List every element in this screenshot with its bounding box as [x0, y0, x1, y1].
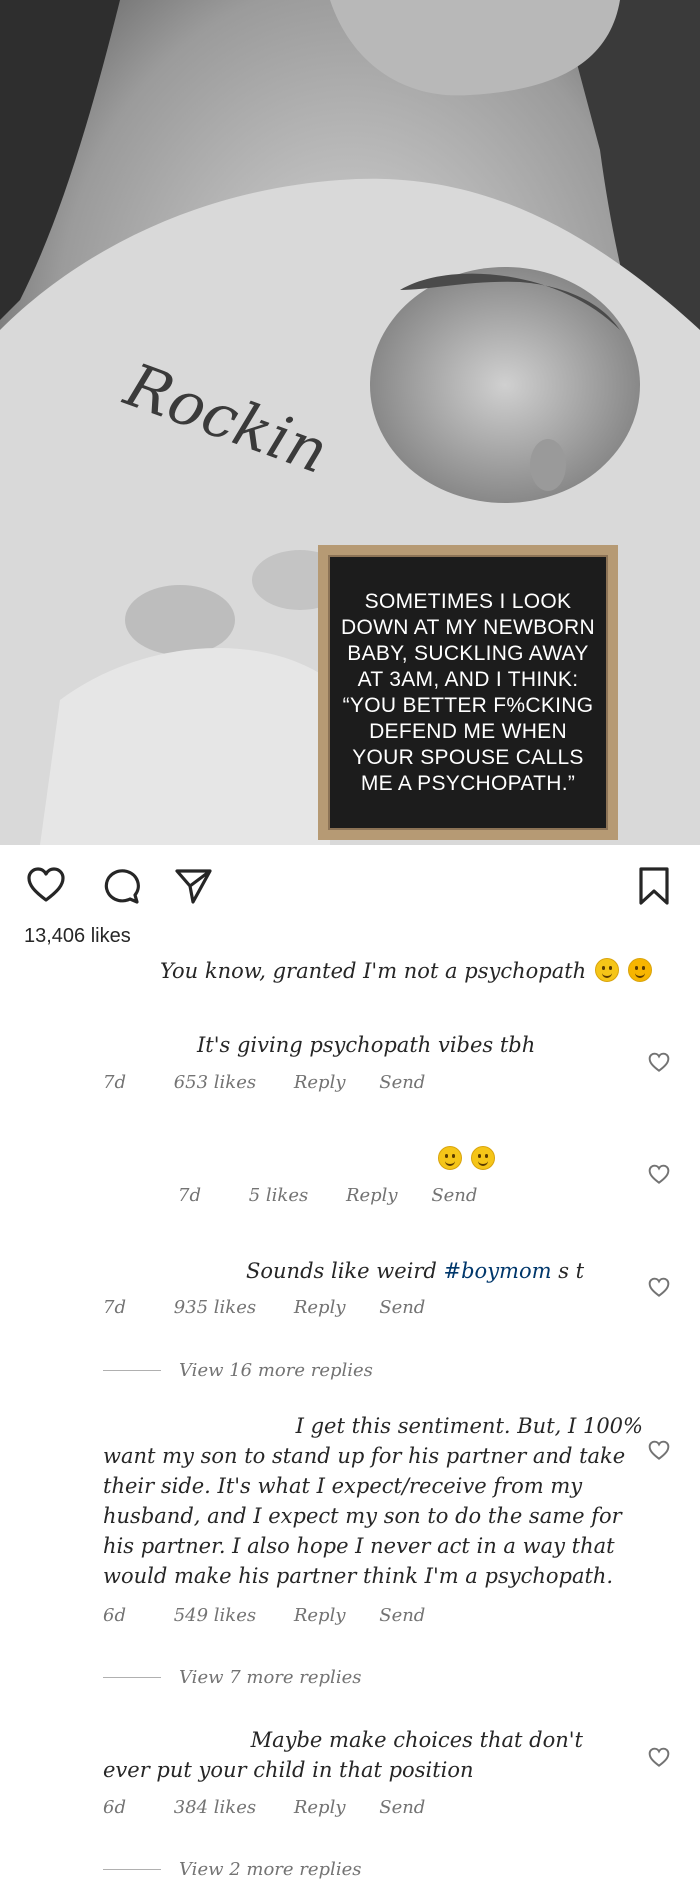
laughing-emoji-icon [470, 1146, 495, 1170]
comment-text-block: Maybe make choices that don't [103, 1725, 583, 1755]
comment-text-part: Sounds like weird [246, 1259, 444, 1283]
comment-like-heart-icon[interactable] [648, 1440, 670, 1462]
comment-text: It's giving psychopath vibes tbh [197, 1033, 536, 1057]
comment-meta: 7d 5 likes Reply Send [178, 1185, 477, 1206]
comment-likes[interactable]: 549 likes [174, 1605, 256, 1626]
divider-line [103, 1869, 161, 1870]
comment-likes[interactable]: 653 likes [174, 1072, 256, 1093]
comment-text-block: want my son to stand up for his partner … [103, 1441, 643, 1591]
send-button[interactable]: Send [379, 1605, 425, 1626]
view-replies-label[interactable]: View 16 more replies [179, 1360, 373, 1381]
view-replies-label[interactable]: View 2 more replies [179, 1859, 361, 1880]
send-button[interactable]: Send [379, 1797, 425, 1818]
likes-count[interactable]: 13,406 likes [24, 925, 131, 948]
comment-line: would make his partner think I'm a psych… [103, 1564, 614, 1588]
comment-like-heart-icon[interactable] [648, 1747, 670, 1769]
reply-button[interactable]: Reply [294, 1072, 346, 1093]
reply-button[interactable]: Reply [294, 1797, 346, 1818]
comment-text-part: s t [551, 1259, 585, 1283]
comment-line: husband, and I expect my son to do the s… [103, 1504, 622, 1528]
comment-line: their side. It's what I expect/receive f… [103, 1474, 583, 1498]
send-button[interactable]: Send [379, 1297, 425, 1318]
send-button[interactable]: Send [379, 1072, 425, 1093]
letterboard-sign: SOMETIMES I LOOK DOWN AT MY NEWBORN BABY… [318, 545, 618, 840]
reply-button[interactable]: Reply [294, 1297, 346, 1318]
reply-button[interactable]: Reply [346, 1185, 398, 1206]
comment-like-heart-icon[interactable] [648, 1164, 670, 1186]
comment-line: his partner. I also hope I never act in … [103, 1534, 615, 1558]
comment-likes[interactable]: 5 likes [249, 1185, 308, 1206]
comment-meta: 6d 384 likes Reply Send [103, 1797, 425, 1818]
comment-like-heart-icon[interactable] [648, 1277, 670, 1299]
comment-line: Maybe make choices that don't [250, 1728, 583, 1752]
comment-likes[interactable]: 384 likes [174, 1797, 256, 1818]
comment-meta: 7d 935 likes Reply Send [103, 1297, 425, 1318]
comment-like-heart-icon[interactable] [648, 1052, 670, 1074]
send-button[interactable]: Send [431, 1185, 477, 1206]
comment-text: Sounds like weird #boymom s t [246, 1256, 584, 1286]
comment-icon[interactable] [101, 866, 141, 906]
comment-emoji-row [436, 1144, 495, 1174]
comment-age: 6d [103, 1605, 126, 1626]
send-icon[interactable] [173, 866, 213, 906]
reply-button[interactable]: Reply [294, 1605, 346, 1626]
comment-line: ever put your child in that position [103, 1758, 474, 1782]
comment-line: I get this sentiment. But, I 100% [295, 1414, 643, 1438]
comment-meta: 7d 653 likes Reply Send [103, 1072, 425, 1093]
view-more-replies[interactable]: View 7 more replies [103, 1667, 361, 1688]
comment-meta: 6d 549 likes Reply Send [103, 1605, 425, 1626]
comment-age: 7d [103, 1072, 126, 1093]
comment-text-block: I get this sentiment. But, I 100% [103, 1411, 643, 1441]
tongue-wink-emoji-icon [627, 958, 652, 982]
comment-age: 6d [103, 1797, 126, 1818]
divider-line [103, 1370, 161, 1371]
comment-text-block: ever put your child in that position [103, 1755, 643, 1785]
view-more-replies[interactable]: View 2 more replies [103, 1859, 361, 1880]
view-more-replies[interactable]: View 16 more replies [103, 1360, 373, 1381]
comment-age: 7d [103, 1297, 126, 1318]
comment-line: want my son to stand up for his partner … [103, 1444, 626, 1468]
laughing-emoji-icon [438, 1146, 462, 1170]
divider-line [103, 1677, 161, 1678]
comment-age: 7d [178, 1185, 201, 1206]
caption: You know, granted I'm not a psychopath [160, 958, 652, 983]
heart-icon[interactable] [26, 866, 66, 906]
post-photo[interactable]: Rockin SOMETIMES I LOOK DOWN AT MY NEWBO… [0, 0, 700, 845]
comment-likes[interactable]: 935 likes [174, 1297, 256, 1318]
overlay-text: SOMETIMES I LOOK DOWN AT MY NEWBORN BABY… [341, 589, 595, 795]
grimace-emoji-icon [594, 958, 619, 982]
caption-text: You know, granted I'm not a psychopath [160, 959, 587, 983]
view-replies-label[interactable]: View 7 more replies [179, 1667, 361, 1688]
bookmark-icon[interactable] [637, 866, 671, 906]
hashtag-link[interactable]: #boymom [444, 1259, 552, 1283]
